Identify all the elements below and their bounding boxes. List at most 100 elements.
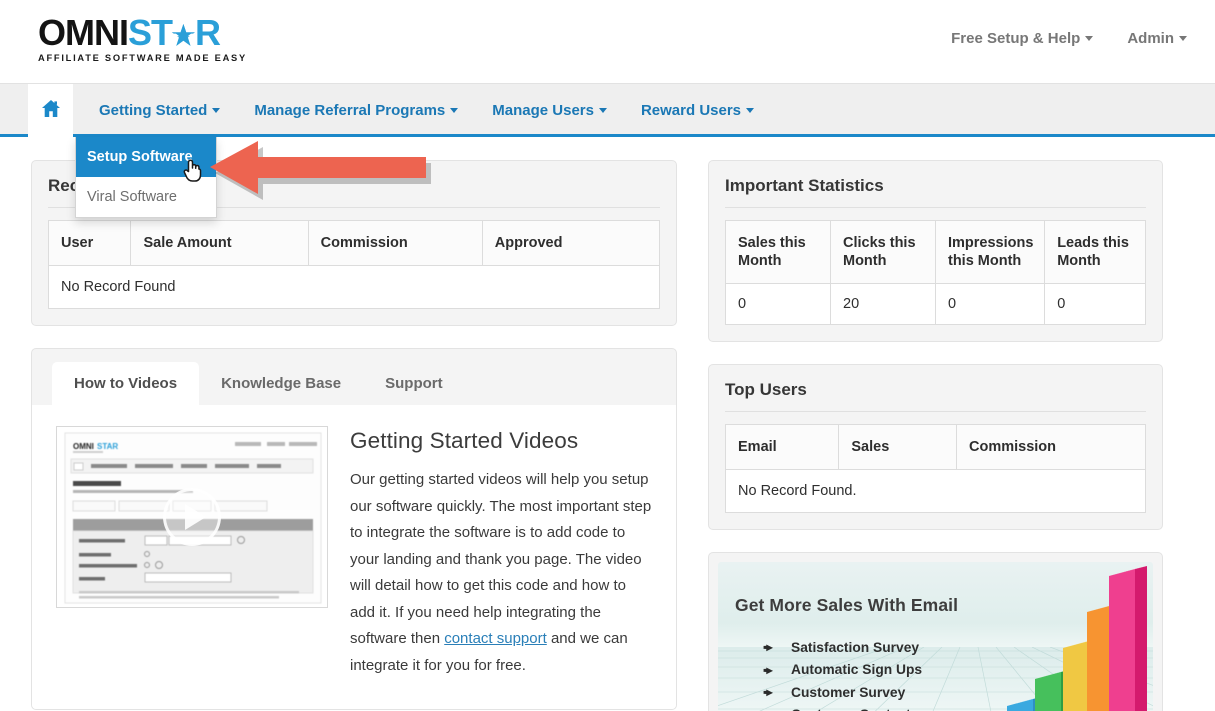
arrow-bullet-icon: ▪▪▸ — [763, 663, 785, 677]
nav-item-label: Manage Referral Programs — [254, 102, 445, 119]
home-icon — [41, 99, 61, 123]
arrow-bullet-icon: ▪▪▸ — [763, 685, 785, 699]
header-link-admin[interactable]: Admin — [1127, 30, 1187, 47]
tab-label: How to Videos — [74, 375, 177, 392]
stat-value-leads: 0 — [1045, 284, 1146, 325]
top-header: OMNIST R AFFILIATE SOFTWARE MADE EASY Fr… — [0, 0, 1215, 84]
video-body-text: Our getting started videos will help you… — [350, 467, 652, 679]
list-item: ▪▪▸ Automatic Sign Ups — [763, 659, 924, 682]
list-item-label: Customer Survey — [791, 685, 905, 700]
header-link-label: Admin — [1127, 30, 1174, 47]
brand-star-text-pre: ST — [128, 12, 172, 53]
chevron-down-icon — [212, 108, 220, 113]
column-header-user: User — [49, 221, 131, 266]
empty-state-text: No Record Found. — [726, 470, 1146, 513]
top-users-panel: Top Users Email Sales Commission No Reco… — [708, 364, 1163, 530]
table-row: No Record Found. — [726, 470, 1146, 513]
column-header-sale-amount: Sale Amount — [131, 221, 308, 266]
column-header-commission: Commission — [308, 221, 482, 266]
panel-title: Top Users — [725, 380, 1146, 412]
tab-list: How to Videos Knowledge Base Support — [32, 349, 676, 405]
header-link-label: Free Setup & Help — [951, 30, 1080, 47]
chevron-down-icon — [599, 108, 607, 113]
tab-knowledge-base[interactable]: Knowledge Base — [199, 362, 363, 405]
list-item-label: Customer Contest — [791, 707, 911, 711]
list-item: ▪▪▸ Customer Survey — [763, 681, 924, 704]
table-row: No Record Found — [49, 266, 660, 309]
column-header-approved: Approved — [482, 221, 659, 266]
star-icon — [171, 23, 196, 49]
nav-item-manage-users[interactable]: Manage Users — [475, 84, 624, 137]
contact-support-link[interactable]: contact support — [444, 630, 547, 647]
important-statistics-panel: Important Statistics Sales this Month Cl… — [708, 160, 1163, 342]
tab-label: Support — [385, 375, 443, 392]
panel-title: Important Statistics — [725, 176, 1146, 208]
table-header-row: Email Sales Commission — [726, 425, 1146, 470]
help-tabs-panel: How to Videos Knowledge Base Support OMN… — [31, 348, 677, 710]
stat-value-clicks: 20 — [831, 284, 936, 325]
bar-5 — [1109, 566, 1147, 711]
right-column: Important Statistics Sales this Month Cl… — [708, 160, 1163, 711]
header-links: Free Setup & Help Admin — [951, 30, 1187, 47]
column-header-sales: Sales — [839, 425, 957, 470]
svg-text:OMNI: OMNI — [73, 442, 94, 451]
video-body-before-link: Our getting started videos will help you… — [350, 471, 651, 647]
nav-item-label: Manage Users — [492, 102, 594, 119]
dropdown-item-label: Setup Software — [87, 149, 193, 165]
banner-title: Get More Sales With Email — [735, 595, 958, 616]
column-header-impressions-this-month: Impressions this Month — [936, 221, 1045, 284]
brand-logo[interactable]: OMNIST R AFFILIATE SOFTWARE MADE EASY — [38, 14, 233, 63]
video-thumbnail[interactable]: OMNI STAR — [56, 426, 328, 608]
table-header-row: Sales this Month Clicks this Month Impre… — [726, 221, 1146, 284]
dropdown-item-viral-software[interactable]: Viral Software — [76, 177, 216, 217]
list-item-label: Automatic Sign Ups — [791, 662, 922, 677]
dropdown-item-label: Viral Software — [87, 189, 177, 205]
column-header-commission: Commission — [956, 425, 1145, 470]
nav-item-getting-started[interactable]: Getting Started — [82, 84, 237, 137]
arrow-bullet-icon: ▪▪▸ — [763, 640, 785, 654]
table-header-row: User Sale Amount Commission Approved — [49, 221, 660, 266]
tab-how-to-videos[interactable]: How to Videos — [52, 362, 199, 405]
play-button-icon[interactable] — [163, 488, 221, 546]
dropdown-item-setup-software[interactable]: Setup Software — [76, 137, 216, 177]
banner-feature-list: ▪▪▸Satisfaction Survey ▪▪▸ Automatic Sign… — [763, 636, 924, 711]
nav-item-label: Reward Users — [641, 102, 741, 119]
tab-panel-how-to-videos: OMNI STAR — [32, 405, 676, 709]
brand-star-text-post: R — [195, 12, 220, 53]
stat-value-sales: 0 — [726, 284, 831, 325]
nav-items: Getting Started Manage Referral Programs… — [0, 84, 1215, 137]
main-navigation: Getting Started Manage Referral Programs… — [0, 84, 1215, 137]
important-statistics-table: Sales this Month Clicks this Month Impre… — [725, 220, 1146, 325]
brand-wordmark: OMNIST R — [38, 14, 233, 52]
empty-state-text: No Record Found — [49, 266, 660, 309]
email-marketing-banner-panel[interactable]: Get More Sales With Email ▪▪▸Satisfactio… — [708, 552, 1163, 711]
nav-item-reward-users[interactable]: Reward Users — [624, 84, 771, 137]
header-link-free-setup-help[interactable]: Free Setup & Help — [951, 30, 1093, 47]
table-row: 0 20 0 0 — [726, 284, 1146, 325]
nav-item-home[interactable] — [28, 84, 73, 137]
recent-transactions-table: User Sale Amount Commission Approved No … — [48, 220, 660, 309]
list-item: ▪▪▸Customer Contest — [763, 704, 924, 711]
tab-label: Knowledge Base — [221, 375, 341, 392]
play-triangle — [185, 504, 206, 530]
getting-started-dropdown-menu: Setup Software Viral Software — [75, 137, 217, 218]
list-item: ▪▪▸Satisfaction Survey — [763, 636, 924, 659]
column-header-sales-this-month: Sales this Month — [726, 221, 831, 284]
chevron-down-icon — [450, 108, 458, 113]
tab-support[interactable]: Support — [363, 362, 465, 405]
stat-value-impressions: 0 — [936, 284, 1045, 325]
nav-item-manage-referral-programs[interactable]: Manage Referral Programs — [237, 84, 475, 137]
svg-text:STAR: STAR — [97, 442, 118, 451]
brand-omni-text: OMNI — [38, 12, 128, 53]
brand-tagline: AFFILIATE SOFTWARE MADE EASY — [38, 53, 233, 63]
nav-item-label: Getting Started — [99, 102, 207, 119]
bar-chart-graphic — [995, 566, 1147, 711]
column-header-clicks-this-month: Clicks this Month — [831, 221, 936, 284]
chevron-down-icon — [1179, 36, 1187, 41]
video-heading: Getting Started Videos — [350, 428, 652, 454]
video-description: Getting Started Videos Our getting start… — [350, 426, 652, 679]
column-header-email: Email — [726, 425, 839, 470]
column-header-leads-this-month: Leads this Month — [1045, 221, 1146, 284]
chevron-down-icon — [746, 108, 754, 113]
top-users-table: Email Sales Commission No Record Found. — [725, 424, 1146, 513]
